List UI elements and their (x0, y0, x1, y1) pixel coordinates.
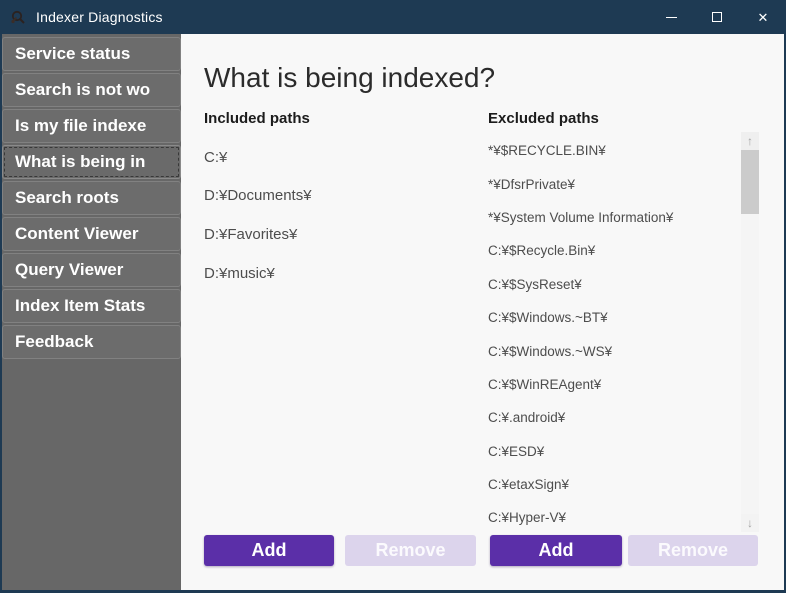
included-path-item[interactable]: D:¥Favorites¥ (204, 215, 454, 254)
page-title: What is being indexed? (204, 62, 496, 93)
sidebar-item-label: Feedback (15, 332, 94, 351)
maximize-button[interactable] (694, 0, 740, 34)
sidebar-item[interactable]: Search roots (2, 181, 181, 215)
add-included-path-button[interactable]: Add (204, 535, 334, 566)
app-icon (11, 10, 25, 24)
sidebar-item[interactable]: Query Viewer (2, 253, 181, 287)
titlebar: Indexer Diagnostics ✕ (0, 0, 786, 34)
sidebar-item[interactable]: Service status (2, 37, 181, 71)
close-icon: ✕ (757, 9, 769, 25)
sidebar-item[interactable]: Index Item Stats (2, 289, 181, 323)
window-title: Indexer Diagnostics (36, 9, 163, 25)
sidebar-item-label: What is being in (15, 152, 146, 171)
sidebar-item[interactable]: Content Viewer (2, 217, 181, 251)
excluded-path-item[interactable]: *¥DfsrPrivate¥ (488, 167, 728, 200)
included-paths-list: C:¥ D:¥Documents¥ D:¥Favorites¥ D:¥music… (204, 138, 454, 292)
excluded-path-item[interactable]: *¥$RECYCLE.BIN¥ (488, 134, 728, 167)
app-window: Indexer Diagnostics ✕ Service status Sea… (0, 0, 786, 593)
excluded-paths-list: *¥$RECYCLE.BIN¥ *¥DfsrPrivate¥ *¥System … (488, 134, 728, 535)
arrow-up-icon: ↑ (747, 134, 753, 148)
scrollbar-thumb[interactable] (741, 150, 759, 214)
sidebar-item[interactable]: Is my file indexe (2, 109, 181, 143)
window-controls: ✕ (648, 0, 786, 34)
included-path-item[interactable]: D:¥Documents¥ (204, 177, 454, 216)
sidebar-item-label: Content Viewer (15, 224, 139, 243)
sidebar-item-label: Search roots (15, 188, 119, 207)
sidebar-item-label: Query Viewer (15, 260, 124, 279)
excluded-paths-label: Excluded paths (488, 110, 599, 127)
excluded-path-item[interactable]: C:¥Hyper-V¥ (488, 501, 728, 534)
sidebar-item[interactable]: Search is not wo (2, 73, 181, 107)
main-panel: What is being indexed? Included paths Ex… (181, 34, 784, 590)
excluded-path-item[interactable]: *¥System Volume Information¥ (488, 201, 728, 234)
sidebar-item-label: Is my file indexe (15, 116, 147, 135)
excluded-path-item[interactable]: C:¥$Recycle.Bin¥ (488, 234, 728, 267)
minimize-button[interactable] (648, 0, 694, 34)
sidebar-item-label: Index Item Stats (15, 296, 146, 315)
sidebar-item-label: Search is not wo (15, 80, 151, 99)
excluded-path-item[interactable]: C:¥ESD¥ (488, 435, 728, 468)
scroll-down-button[interactable]: ↓ (741, 514, 759, 532)
sidebar: Service status Search is not wo Is my fi… (2, 34, 181, 590)
maximize-icon (712, 12, 722, 22)
included-paths-label: Included paths (204, 110, 310, 127)
remove-excluded-path-button[interactable]: Remove (628, 535, 758, 566)
close-button[interactable]: ✕ (740, 0, 786, 34)
sidebar-item-label: Service status (15, 44, 131, 63)
scroll-up-button[interactable]: ↑ (741, 132, 759, 150)
excluded-list-scrollbar[interactable]: ↑ ↓ (741, 132, 759, 532)
excluded-path-item[interactable]: C:¥$SysReset¥ (488, 268, 728, 301)
excluded-path-item[interactable]: C:¥etaxSign¥ (488, 468, 728, 501)
excluded-path-item[interactable]: C:¥.android¥ (488, 401, 728, 434)
included-path-item[interactable]: C:¥ (204, 138, 454, 177)
sidebar-item[interactable]: What is being in (2, 145, 181, 179)
sidebar-item[interactable]: Feedback (2, 325, 181, 359)
arrow-down-icon: ↓ (747, 516, 753, 530)
add-excluded-path-button[interactable]: Add (490, 535, 622, 566)
excluded-path-item[interactable]: C:¥$WinREAgent¥ (488, 368, 728, 401)
excluded-path-item[interactable]: C:¥$Windows.~BT¥ (488, 301, 728, 334)
included-path-item[interactable]: D:¥music¥ (204, 254, 454, 293)
window-body: Service status Search is not wo Is my fi… (2, 34, 784, 590)
remove-included-path-button[interactable]: Remove (345, 535, 476, 566)
minimize-icon (665, 16, 677, 18)
excluded-path-item[interactable]: C:¥$Windows.~WS¥ (488, 334, 728, 367)
